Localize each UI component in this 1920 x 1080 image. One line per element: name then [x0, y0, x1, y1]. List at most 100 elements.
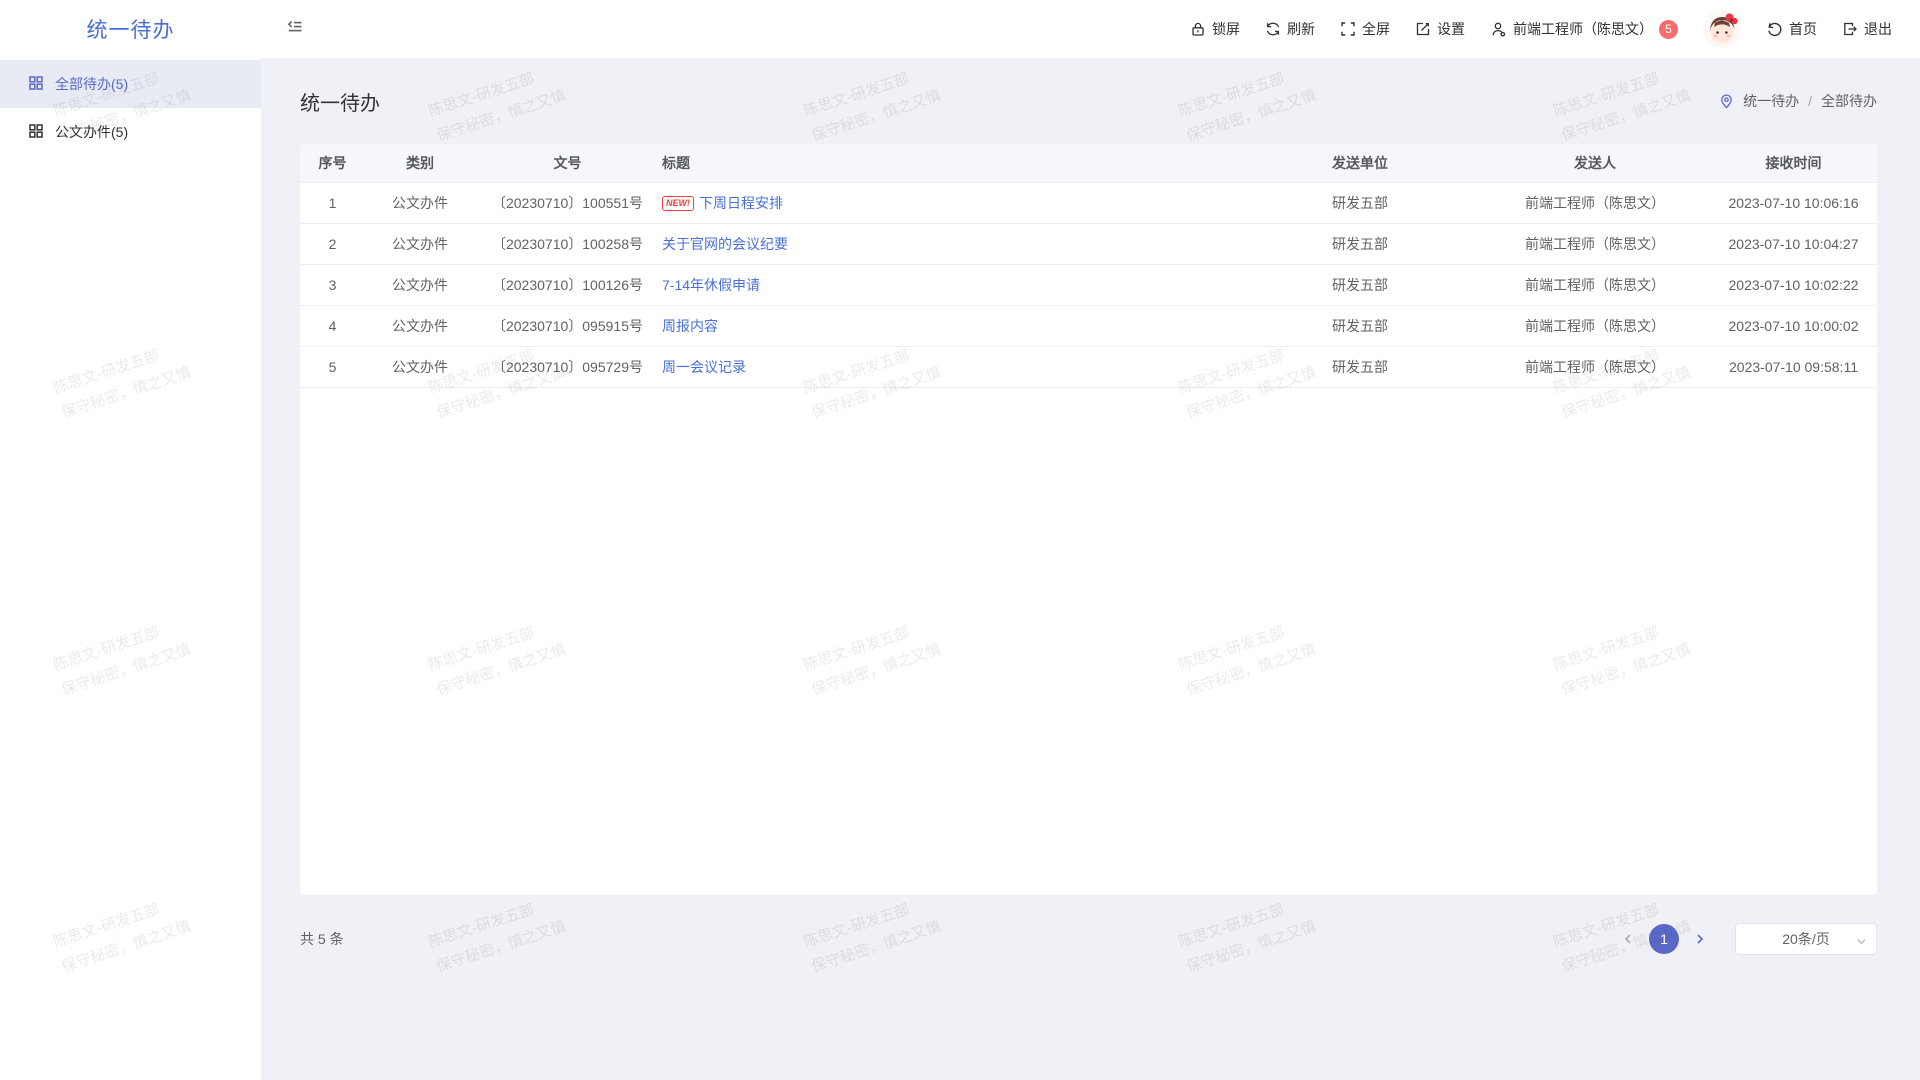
- home-button[interactable]: 首页: [1766, 19, 1817, 39]
- topbar: 统一待办 锁屏: [0, 0, 1920, 58]
- cell-sender: 前端工程师（陈思文）: [1480, 305, 1710, 346]
- page-header: 统一待办 统一待办 / 全部待办: [300, 58, 1877, 144]
- lock-screen-label: 锁屏: [1212, 19, 1240, 39]
- topbar-actions: 锁屏 刷新 全屏: [1190, 10, 1920, 48]
- col-header-title: 标题: [660, 144, 1240, 182]
- cell-title: 7-14年休假申请: [660, 264, 1240, 305]
- cell-sender: 前端工程师（陈思文）: [1480, 182, 1710, 223]
- cell-index: 5: [300, 346, 365, 387]
- breadcrumb-separator: /: [1808, 93, 1812, 109]
- logout-label: 退出: [1864, 19, 1892, 39]
- row-title-link[interactable]: 7-14年休假申请: [662, 277, 760, 293]
- row-title-link[interactable]: 周一会议记录: [662, 359, 746, 375]
- user-name-label: 前端工程师（陈思文）: [1513, 19, 1653, 39]
- col-header-doc-no: 文号: [475, 144, 660, 182]
- col-header-time: 接收时间: [1710, 144, 1877, 182]
- sidebar: 全部待办(5) 公文办件(5): [0, 58, 261, 1080]
- breadcrumb: 统一待办 / 全部待办: [1719, 91, 1877, 111]
- cell-title: 关于官网的会议纪要: [660, 223, 1240, 264]
- sidebar-item-label: 全部待办(5): [55, 74, 128, 94]
- row-title-link[interactable]: 周报内容: [662, 318, 718, 334]
- cell-index: 2: [300, 223, 365, 264]
- sidebar-collapse-button[interactable]: [287, 19, 304, 39]
- cell-unit: 研发五部: [1240, 223, 1480, 264]
- page-number-button[interactable]: 1: [1649, 924, 1679, 954]
- cell-unit: 研发五部: [1240, 264, 1480, 305]
- table-header-row: 序号 类别 文号 标题 发送单位 发送人 接收时间: [300, 144, 1877, 182]
- user-icon: [1490, 21, 1507, 38]
- prev-page-button[interactable]: [1615, 926, 1641, 952]
- fullscreen-button[interactable]: 全屏: [1340, 19, 1390, 39]
- page-size-select[interactable]: 20条/页: [1735, 923, 1877, 955]
- cell-category: 公文办件: [365, 223, 475, 264]
- cell-doc-no: 〔20230710〕100551号: [475, 182, 660, 223]
- cell-time: 2023-07-10 10:04:27: [1710, 223, 1877, 264]
- location-pin-icon: [1719, 93, 1734, 109]
- cell-doc-no: 〔20230710〕095915号: [475, 305, 660, 346]
- page-title: 统一待办: [300, 87, 380, 116]
- list-footer: 共 5 条 1 20条/页: [300, 923, 1877, 955]
- logout-button[interactable]: 退出: [1842, 19, 1892, 39]
- lock-icon: [1190, 21, 1206, 37]
- table-row: 3公文办件〔20230710〕100126号7-14年休假申请研发五部前端工程师…: [300, 264, 1877, 305]
- cell-index: 3: [300, 264, 365, 305]
- breadcrumb-item-last: 全部待办: [1821, 91, 1877, 111]
- col-header-sender: 发送人: [1480, 144, 1710, 182]
- refresh-icon: [1265, 21, 1281, 37]
- cell-doc-no: 〔20230710〕100258号: [475, 223, 660, 264]
- cell-index: 1: [300, 182, 365, 223]
- sidebar-item-official-docs[interactable]: 公文办件(5): [0, 108, 261, 156]
- col-header-unit: 发送单位: [1240, 144, 1480, 182]
- next-page-button[interactable]: [1687, 926, 1713, 952]
- cell-doc-no: 〔20230710〕100126号: [475, 264, 660, 305]
- row-title-link[interactable]: 关于官网的会议纪要: [662, 236, 788, 252]
- refresh-button[interactable]: 刷新: [1265, 19, 1315, 39]
- cell-title: 周报内容: [660, 305, 1240, 346]
- todo-table-card: 序号 类别 文号 标题 发送单位 发送人 接收时间 1公文办件〔20230710…: [300, 144, 1877, 895]
- cell-unit: 研发五部: [1240, 305, 1480, 346]
- cell-sender: 前端工程师（陈思文）: [1480, 223, 1710, 264]
- cell-category: 公文办件: [365, 182, 475, 223]
- cell-time: 2023-07-10 10:02:22: [1710, 264, 1877, 305]
- app-logo-title: 统一待办: [0, 14, 261, 44]
- chevron-down-icon: [1856, 934, 1867, 950]
- breadcrumb-item-first[interactable]: 统一待办: [1743, 91, 1799, 111]
- back-home-icon: [1766, 21, 1783, 37]
- cell-time: 2023-07-10 10:06:16: [1710, 182, 1877, 223]
- col-header-category: 类别: [365, 144, 475, 182]
- fullscreen-icon: [1340, 21, 1356, 37]
- grid-icon: [28, 75, 44, 94]
- settings-button[interactable]: 设置: [1415, 19, 1465, 39]
- sidebar-item-all-todos[interactable]: 全部待办(5): [0, 60, 261, 108]
- lock-screen-button[interactable]: 锁屏: [1190, 19, 1240, 39]
- todo-count-badge: 5: [1659, 20, 1678, 39]
- table-row: 2公文办件〔20230710〕100258号关于官网的会议纪要 研发五部前端工程师…: [300, 223, 1877, 264]
- home-label: 首页: [1789, 19, 1817, 39]
- settings-label: 设置: [1437, 19, 1465, 39]
- cell-doc-no: 〔20230710〕095729号: [475, 346, 660, 387]
- row-title-link[interactable]: 下周日程安排: [699, 195, 783, 211]
- logout-icon: [1842, 21, 1858, 37]
- cell-time: 2023-07-10 09:58:11: [1710, 346, 1877, 387]
- current-user[interactable]: 前端工程师（陈思文） 5: [1490, 19, 1678, 39]
- page-size-value: 20条/页: [1782, 929, 1829, 949]
- main-content: 统一待办 统一待办 / 全部待办: [261, 58, 1920, 1080]
- refresh-label: 刷新: [1287, 19, 1315, 39]
- sidebar-item-label: 公文办件(5): [55, 122, 128, 142]
- menu-fold-icon: [287, 19, 304, 39]
- table-row: 5公文办件〔20230710〕095729号周一会议记录 研发五部前端工程师（陈思…: [300, 346, 1877, 387]
- cell-sender: 前端工程师（陈思文）: [1480, 346, 1710, 387]
- layout-body: 全部待办(5) 公文办件(5) 统一待办: [0, 58, 1920, 1080]
- pagination: 1 20条/页: [1615, 923, 1877, 955]
- avatar[interactable]: [1703, 10, 1741, 48]
- cell-unit: 研发五部: [1240, 346, 1480, 387]
- table-body: 1公文办件〔20230710〕100551号NEW!下周日程安排研发五部前端工程…: [300, 182, 1877, 387]
- edit-settings-icon: [1415, 21, 1431, 37]
- todo-table: 序号 类别 文号 标题 发送单位 发送人 接收时间 1公文办件〔20230710…: [300, 144, 1877, 388]
- grid-icon: [28, 123, 44, 142]
- cell-category: 公文办件: [365, 346, 475, 387]
- table-row: 1公文办件〔20230710〕100551号NEW!下周日程安排研发五部前端工程…: [300, 182, 1877, 223]
- cell-time: 2023-07-10 10:00:02: [1710, 305, 1877, 346]
- cell-title: 周一会议记录: [660, 346, 1240, 387]
- total-count: 共 5 条: [300, 929, 344, 949]
